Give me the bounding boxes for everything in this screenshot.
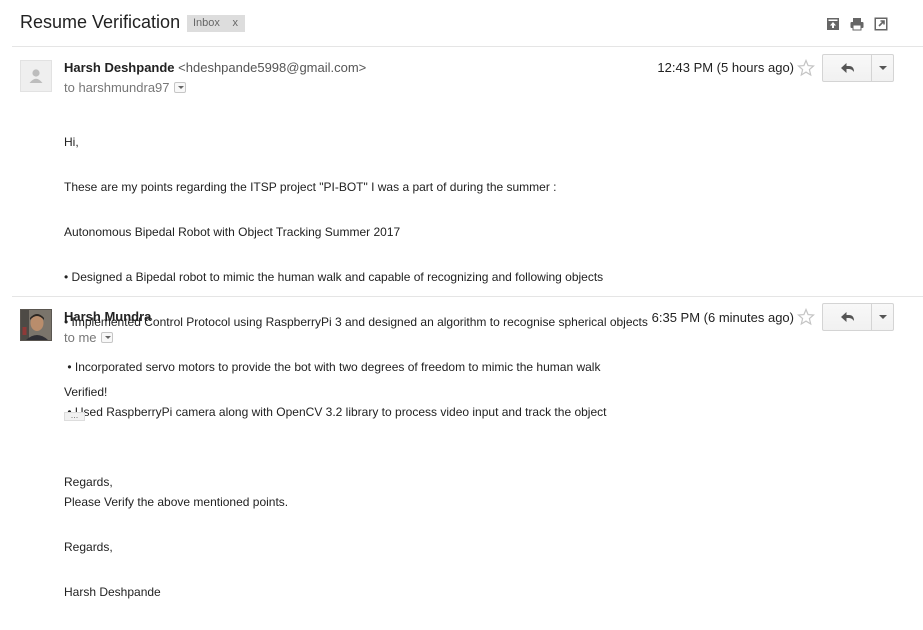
- show-trimmed-content-button[interactable]: ...: [64, 411, 85, 421]
- print-icon[interactable]: [850, 17, 864, 31]
- show-details-button[interactable]: [173, 82, 186, 94]
- profile-photo[interactable]: [20, 309, 52, 341]
- thread-subject: Resume Verification: [20, 12, 181, 32]
- body-line: Verified!: [64, 385, 108, 399]
- body-line: Autonomous Bipedal Robot with Object Tra…: [64, 225, 401, 239]
- body-line: These are my points regarding the ITSP p…: [64, 180, 557, 194]
- recipient-text: to harshmundra97: [64, 80, 170, 95]
- sender-name[interactable]: Harsh Mundra: [64, 309, 151, 324]
- show-details-button[interactable]: [100, 332, 113, 344]
- inbox-label[interactable]: Inbox x: [187, 15, 245, 32]
- label-text: Inbox: [193, 17, 220, 29]
- new-window-icon[interactable]: [874, 17, 888, 31]
- body-line: Harsh Deshpande: [64, 585, 161, 599]
- archive-icon[interactable]: [826, 17, 840, 31]
- default-avatar-icon[interactable]: [20, 60, 52, 92]
- more-options-button[interactable]: [872, 55, 893, 81]
- message-body: Hi, These are my points regarding the IT…: [64, 105, 648, 630]
- sender-name[interactable]: Harsh Deshpande: [64, 60, 175, 75]
- reply-icon: [841, 63, 854, 73]
- profile-photo-icon: [21, 310, 51, 340]
- more-options-button[interactable]: [872, 304, 893, 330]
- reply-group: [822, 303, 894, 331]
- sender-line: Harsh Mundra: [64, 309, 151, 324]
- message-divider: [12, 296, 923, 297]
- thread-header: Resume Verification Inbox x: [0, 0, 923, 46]
- sender-line: Harsh Deshpande <hdeshpande5998@gmail.co…: [64, 60, 366, 75]
- star-icon[interactable]: [797, 59, 815, 77]
- message-time: 12:43 PM (5 hours ago): [657, 60, 794, 75]
- recipient-text: to me: [64, 330, 97, 345]
- remove-label-button[interactable]: x: [233, 15, 239, 32]
- body-line: Regards,: [64, 475, 113, 489]
- body-line: • Implemented Control Protocol using Ras…: [64, 315, 648, 329]
- star-icon[interactable]: [797, 308, 815, 326]
- body-line: Hi,: [64, 135, 79, 149]
- message-body: Verified! Regards,: [64, 355, 113, 520]
- body-line: Please Verify the above mentioned points…: [64, 495, 289, 509]
- body-line: • Designed a Bipedal robot to mimic the …: [64, 270, 604, 284]
- body-line: • Used RaspberryPi camera along with Ope…: [64, 405, 607, 419]
- reply-icon: [841, 312, 854, 322]
- recipient-line: to harshmundra97: [64, 80, 186, 95]
- recipient-line: to me: [64, 330, 113, 345]
- body-line: • Incorporated servo motors to provide t…: [64, 360, 601, 374]
- reply-group: [822, 54, 894, 82]
- reply-button[interactable]: [823, 55, 872, 81]
- sender-email: <hdeshpande5998@gmail.com>: [178, 60, 367, 75]
- reply-button[interactable]: [823, 304, 872, 330]
- person-icon: [29, 69, 43, 83]
- message-time: 6:35 PM (6 minutes ago): [651, 310, 794, 325]
- body-line: Regards,: [64, 540, 113, 554]
- header-divider: [12, 46, 923, 47]
